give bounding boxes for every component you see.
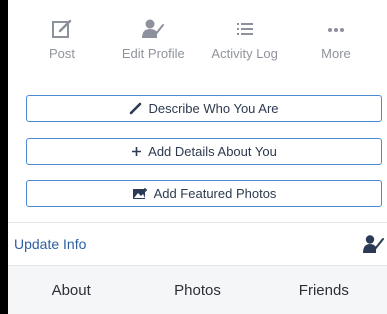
more-label: More [321,46,351,61]
post-button[interactable]: Post [18,18,106,73]
edit-profile-button[interactable]: Edit Profile [109,18,197,73]
add-details-label: Add Details About You [148,144,277,159]
tab-photos[interactable]: Photos [134,282,260,299]
list-icon [236,23,253,35]
edit-profile-label: Edit Profile [121,46,185,61]
update-info-row[interactable]: Update Info [8,223,387,265]
profile-panel: Post Edit Profile Activity Log More Desc… [8,0,387,314]
profile-action-row: Post Edit Profile Activity Log More [18,18,380,73]
tab-friends[interactable]: Friends [261,282,387,299]
add-details-button[interactable]: Add Details About You [26,138,382,165]
profile-tabs: About Photos Friends [8,265,387,314]
left-edge-bar [0,0,8,314]
update-info-label: Update Info [14,236,87,252]
person-pencil-icon [362,234,384,254]
add-featured-photos-button[interactable]: Add Featured Photos [26,180,382,207]
post-label: Post [48,46,75,61]
tab-about[interactable]: About [8,282,134,299]
photo-plus-icon [132,187,148,200]
activity-log-button[interactable]: Activity Log [201,18,289,73]
pencil-icon [129,102,142,115]
add-photos-label: Add Featured Photos [153,186,277,201]
more-button[interactable]: More [292,18,380,73]
ellipsis-icon [327,28,344,32]
activity-log-label: Activity Log [211,46,278,61]
describe-label: Describe Who You Are [148,101,279,116]
describe-who-you-are-button[interactable]: Describe Who You Are [26,95,382,122]
plus-icon [131,146,142,157]
pencil-square-icon [52,19,72,38]
person-pencil-icon [142,19,165,38]
